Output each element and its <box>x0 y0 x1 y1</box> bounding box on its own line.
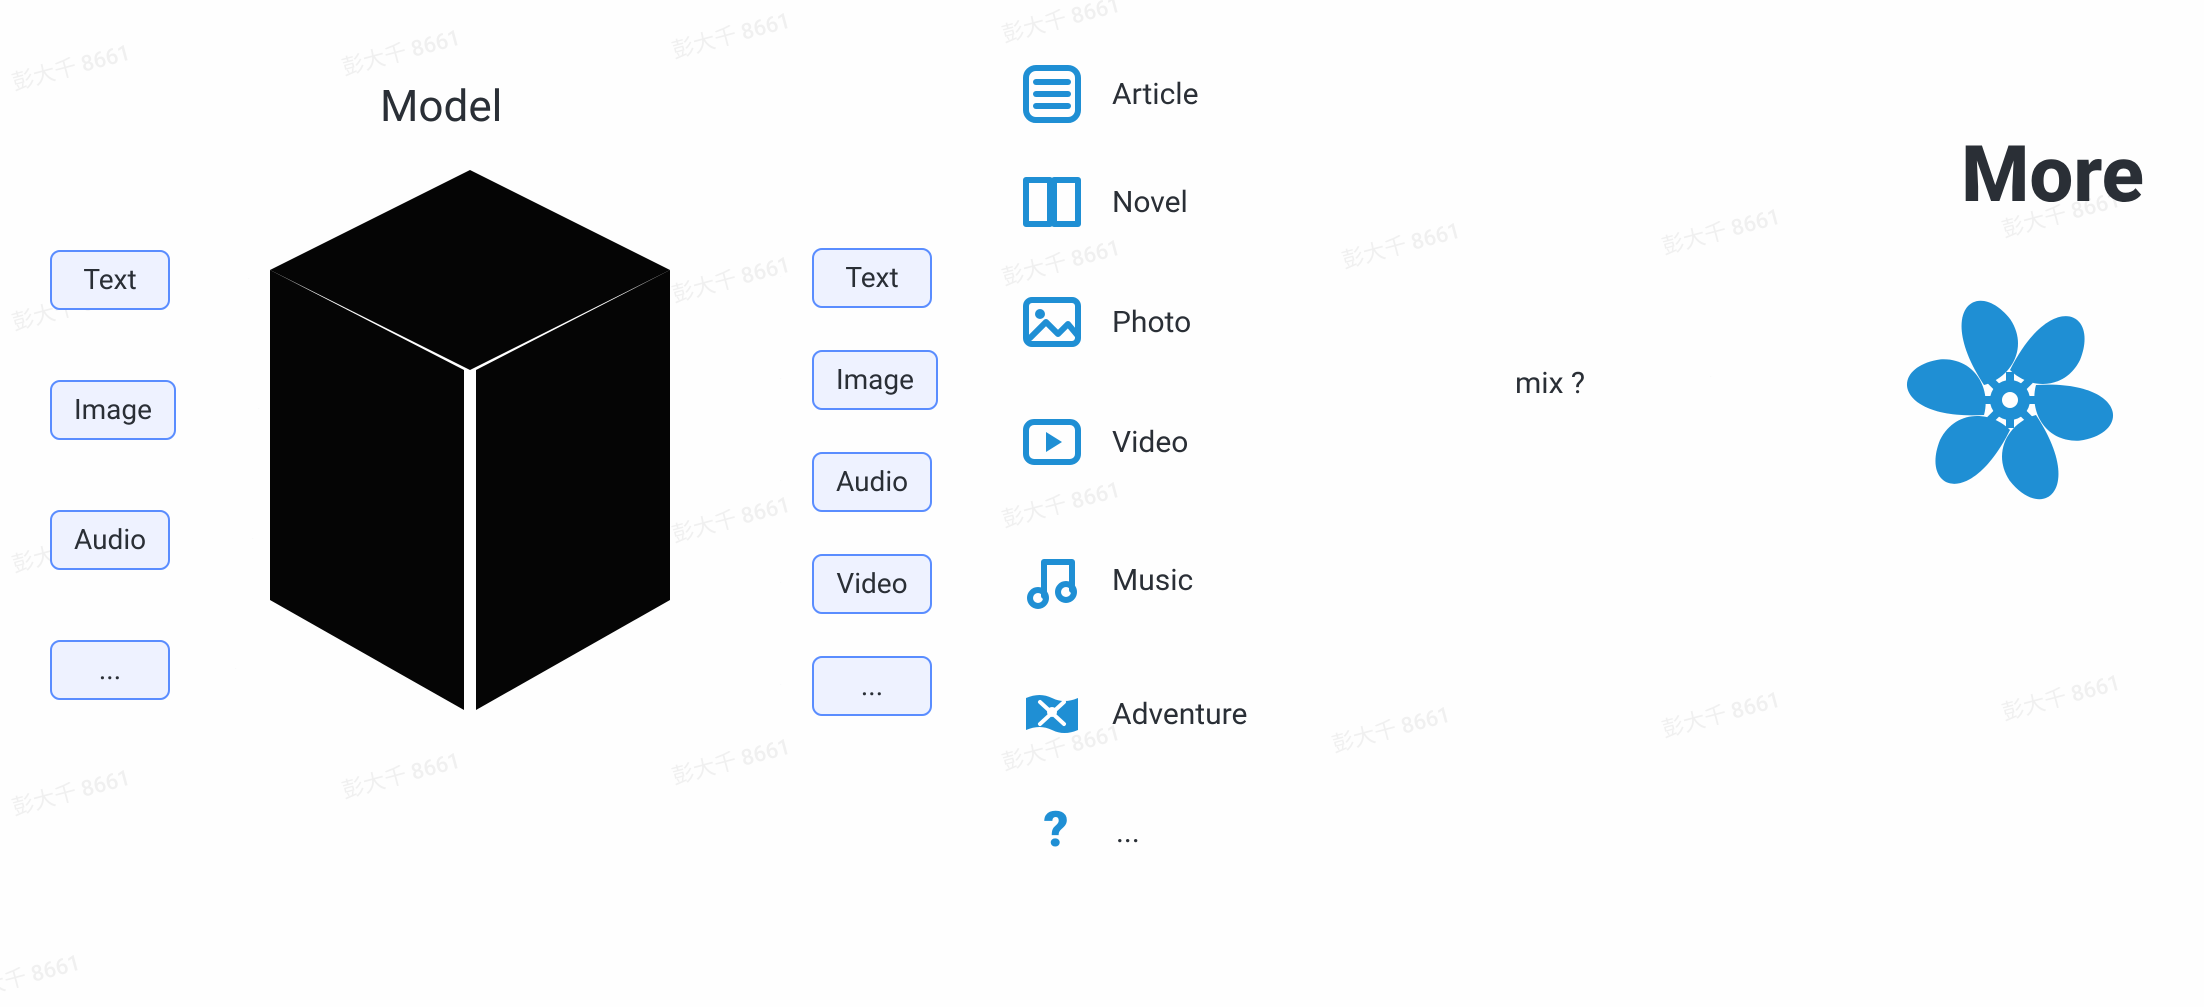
watermark: 彭大千 8661 <box>338 743 464 805</box>
media-item-photo: Photo <box>1020 290 1191 354</box>
input-pill-text: Text <box>50 250 170 310</box>
arrow-right-icon <box>610 582 810 583</box>
media-label: Photo <box>1112 305 1191 340</box>
arrow-line-icon <box>1380 376 1510 377</box>
input-pill-image: Image <box>50 380 176 440</box>
watermark: 彭大千 8661 <box>338 20 464 82</box>
diagram-canvas: 彭大千 8661 彭大千 8661 彭大千 8661 彭大千 8661 彭大千 … <box>0 0 2204 978</box>
more-title: More <box>1961 130 2144 221</box>
watermark: 彭大千 8661 <box>1328 697 1454 759</box>
mix-label: mix ? <box>1515 366 1585 401</box>
question-icon: ? <box>1024 800 1088 864</box>
watermark: 彭大千 8661 <box>668 487 794 549</box>
arrow-right-icon <box>145 668 265 669</box>
output-pill-more: ... <box>812 656 932 716</box>
input-pill-audio: Audio <box>50 510 170 570</box>
arrow-right-icon <box>610 378 810 379</box>
media-label: Adventure <box>1112 697 1247 732</box>
watermark: 彭大千 8661 <box>8 760 134 822</box>
adventure-icon <box>1020 682 1084 746</box>
watermark: 彭大千 8661 <box>1658 682 1784 744</box>
watermark: 彭大千 8661 <box>668 729 794 791</box>
output-pill-image: Image <box>812 350 938 410</box>
watermark: 彭大千 8661 <box>1998 665 2124 727</box>
photo-icon <box>1020 290 1084 354</box>
arrow-right-icon <box>610 276 810 277</box>
model-title: Model <box>380 80 502 132</box>
swirl-icon <box>1870 260 2150 540</box>
media-item-music: Music <box>1020 548 1193 612</box>
music-icon <box>1020 548 1084 612</box>
media-item-novel: Novel <box>1020 170 1188 234</box>
watermark: 彭大千 8661 <box>668 247 794 309</box>
media-label: Novel <box>1112 185 1188 220</box>
watermark: 彭大千 8661 <box>998 230 1124 292</box>
output-pill-audio: Audio <box>812 452 932 512</box>
output-pill-text: Text <box>812 248 932 308</box>
media-item-video: Video <box>1020 410 1188 474</box>
media-label: ... <box>1116 815 1140 850</box>
media-item-adventure: Adventure <box>1020 682 1247 746</box>
media-item-article: Article <box>1020 62 1198 126</box>
output-pill-video: Video <box>812 554 932 614</box>
media-label: Music <box>1112 563 1193 598</box>
arrow-right-icon <box>188 408 288 409</box>
watermark: 彭大千 8661 <box>1658 199 1784 261</box>
watermark: 彭大千 8661 <box>0 945 84 1007</box>
article-icon <box>1020 62 1084 126</box>
arrow-right-icon <box>182 538 282 539</box>
input-pill-more: ... <box>50 640 170 700</box>
svg-text:?: ? <box>1044 804 1069 858</box>
watermark: 彭大千 8661 <box>1338 213 1464 275</box>
arrow-right-icon <box>610 684 810 685</box>
arrow-right-icon <box>610 480 810 481</box>
watermark: 彭大千 8661 <box>668 3 794 65</box>
novel-icon <box>1020 170 1084 234</box>
media-item-more: ? ... <box>1024 800 1140 864</box>
media-label: Article <box>1112 77 1198 112</box>
watermark: 彭大千 8661 <box>8 35 134 97</box>
arrow-right-icon <box>178 278 278 279</box>
media-label: Video <box>1112 425 1188 460</box>
model-cube-icon <box>260 160 680 720</box>
video-icon <box>1020 410 1084 474</box>
arrow-right-icon <box>1610 376 1740 377</box>
watermark: 彭大千 8661 <box>998 472 1124 534</box>
watermark: 彭大千 8661 <box>998 0 1124 49</box>
